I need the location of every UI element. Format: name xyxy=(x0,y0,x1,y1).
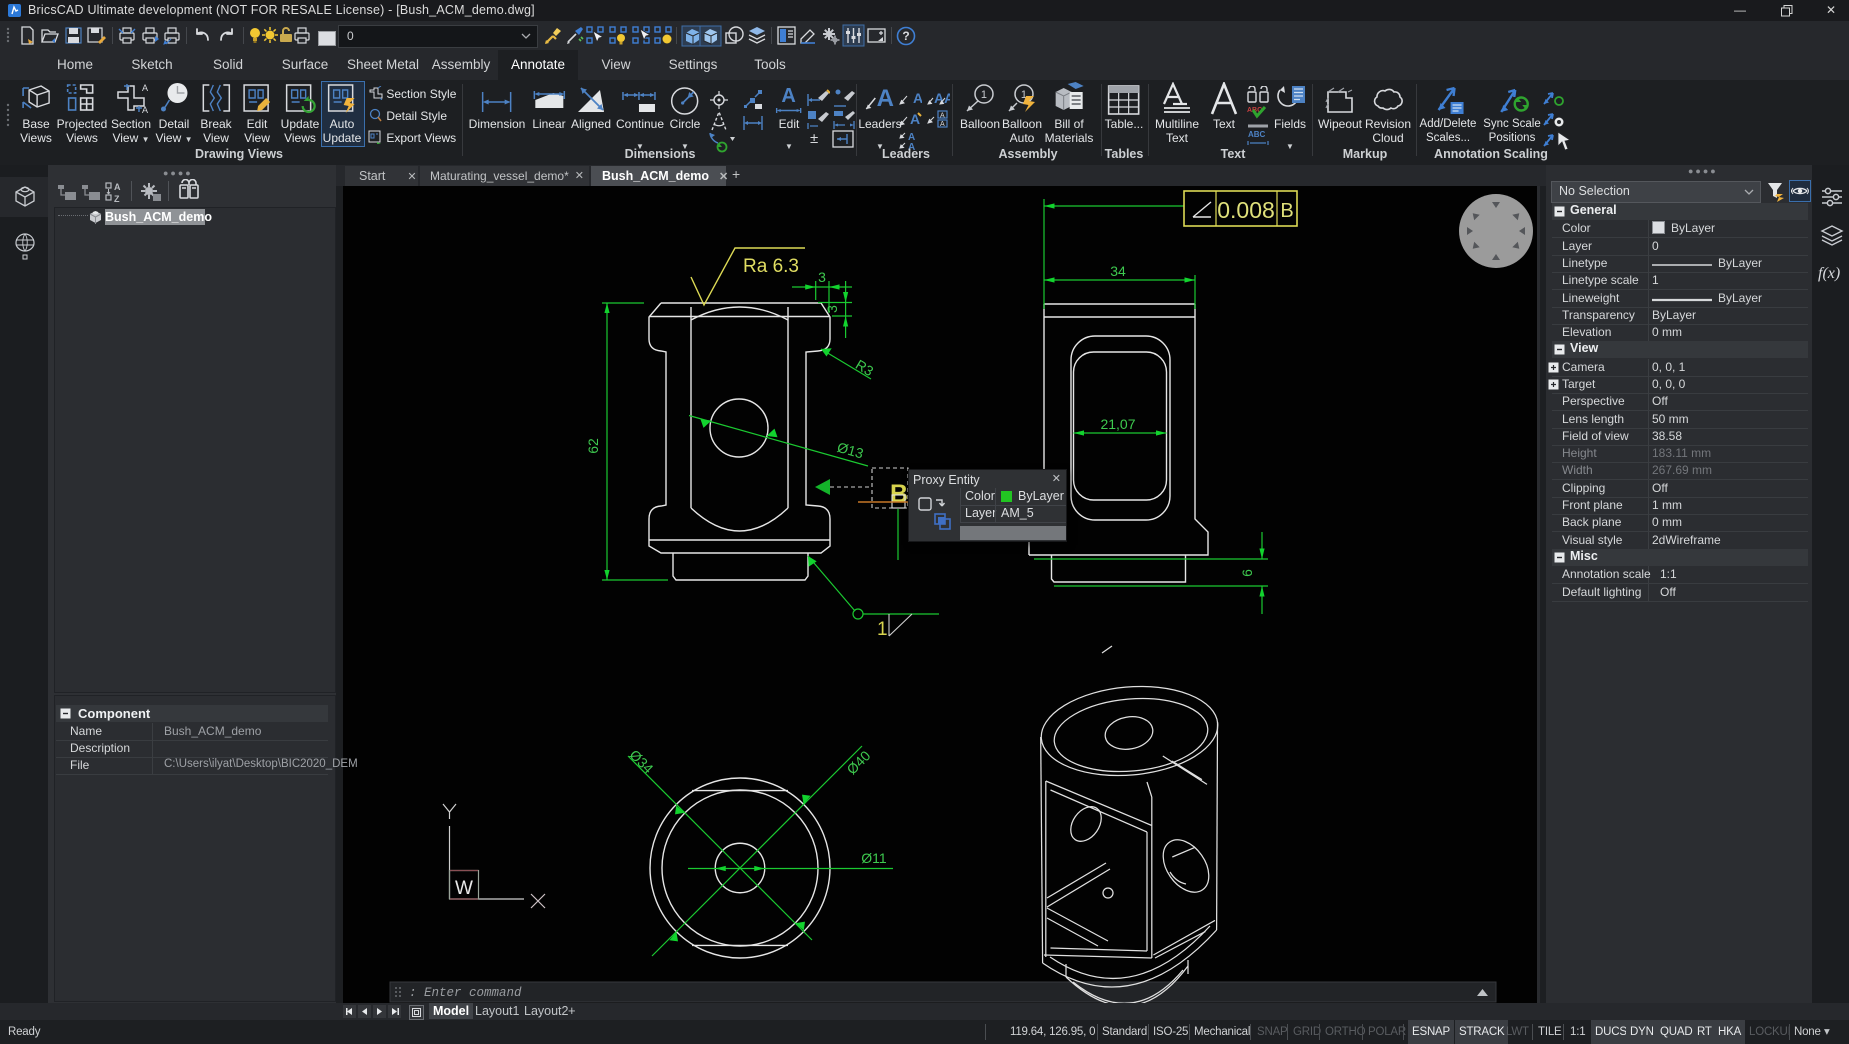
svg-text:6: 6 xyxy=(1239,569,1255,577)
svg-text:W: W xyxy=(455,878,473,899)
svg-text:A: A xyxy=(142,83,148,93)
svg-text:A: A xyxy=(142,105,148,115)
svg-text:21,07: 21,07 xyxy=(1100,416,1135,432)
svg-text:Ø11: Ø11 xyxy=(861,850,887,866)
svg-text:A: A xyxy=(114,182,121,192)
svg-text:3: 3 xyxy=(818,269,826,285)
svg-text:Ra 6.3: Ra 6.3 xyxy=(743,256,799,277)
svg-text:B: B xyxy=(1280,200,1293,222)
svg-text:A: A xyxy=(782,85,796,107)
svg-text:0.008: 0.008 xyxy=(1217,197,1275,223)
svg-text:62: 62 xyxy=(585,438,601,454)
svg-text:A: A xyxy=(913,90,922,106)
svg-text:ABC: ABC xyxy=(1248,130,1266,139)
svg-text:1: 1 xyxy=(981,89,987,101)
svg-text:3: 3 xyxy=(824,305,840,313)
svg-text:A: A xyxy=(940,113,945,120)
svg-text:1: 1 xyxy=(877,619,888,640)
svg-text:A: A xyxy=(876,85,893,112)
svg-text:34: 34 xyxy=(1110,263,1126,279)
svg-text:A: A xyxy=(940,121,945,128)
svg-text:: Enter command: : Enter command xyxy=(409,986,522,1000)
svg-text:Z: Z xyxy=(114,194,120,204)
svg-text:?: ? xyxy=(902,29,909,43)
